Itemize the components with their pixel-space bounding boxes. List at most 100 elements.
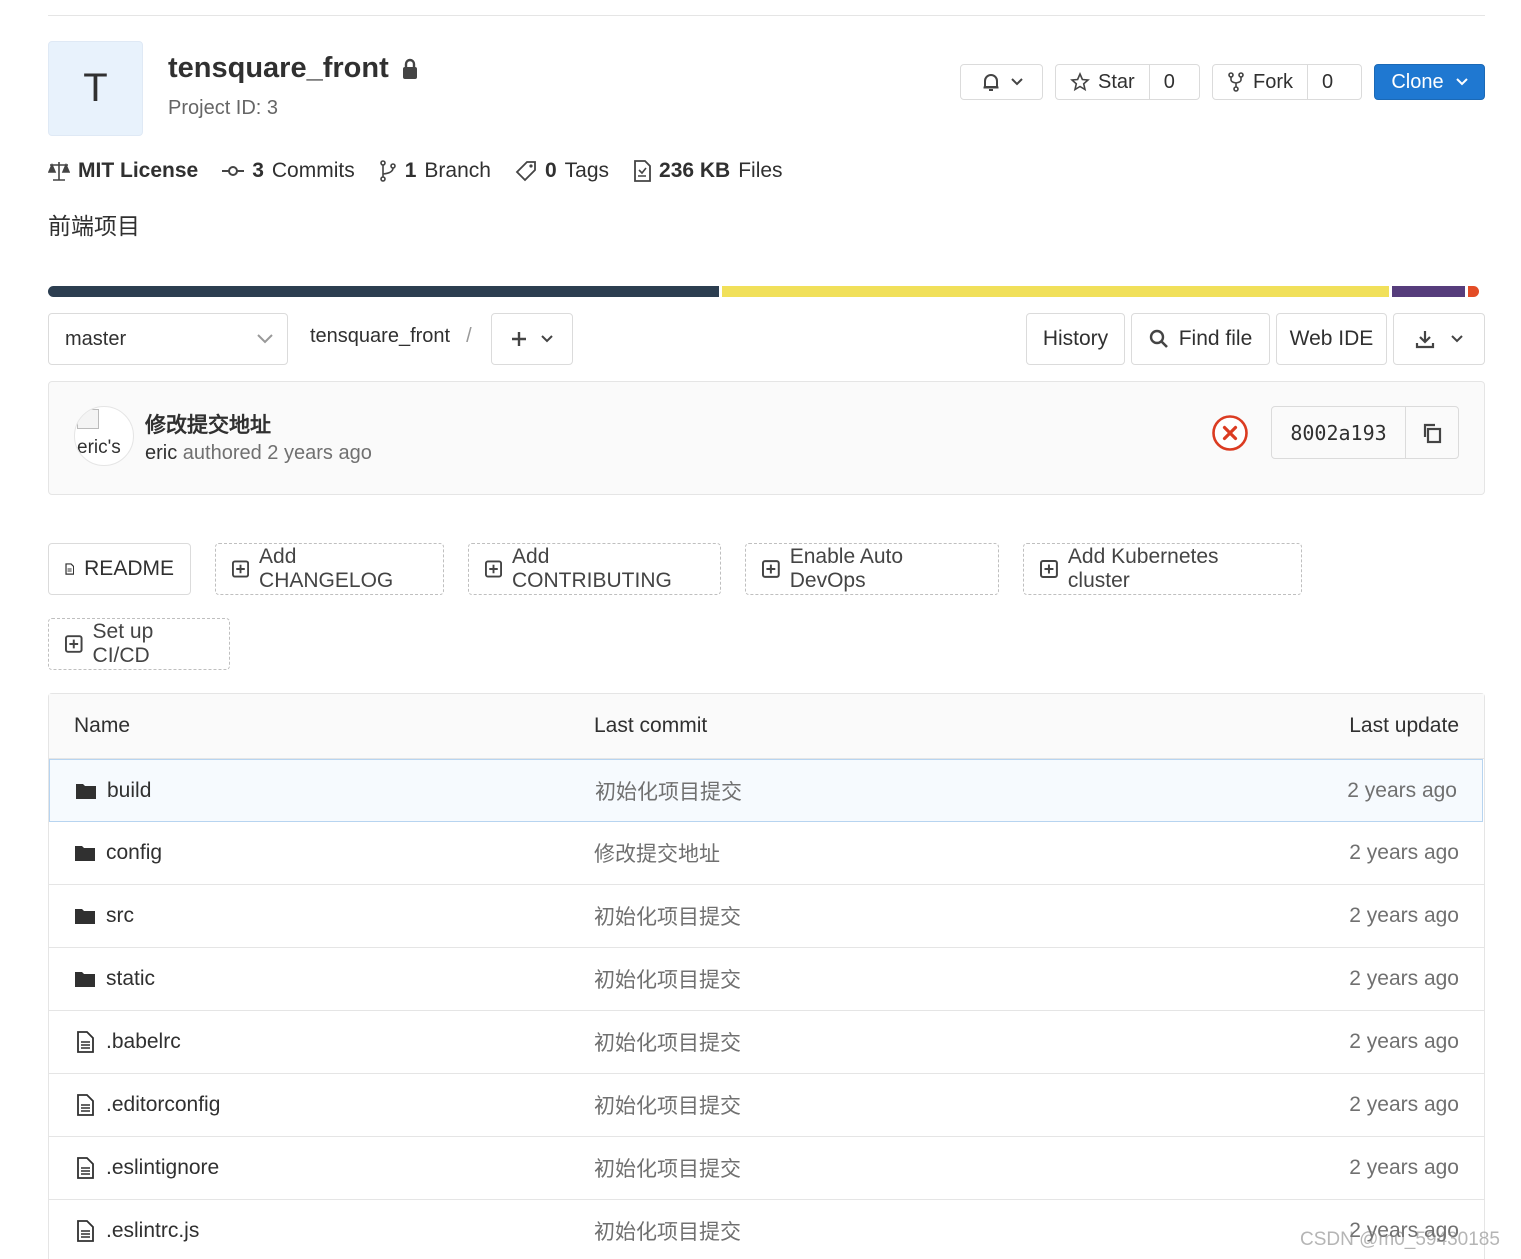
table-row[interactable]: .eslintrc.js 初始化项目提交 2 years ago <box>49 1200 1484 1259</box>
chevron-down-icon <box>257 334 273 344</box>
files-size: 236 KB <box>659 159 731 182</box>
download-icon <box>1415 331 1435 349</box>
table-row[interactable]: .editorconfig 初始化项目提交 2 years ago <box>49 1074 1484 1137</box>
file-name[interactable]: .babelrc <box>106 1030 181 1054</box>
fork-count[interactable]: 0 <box>1307 65 1347 99</box>
notification-button[interactable] <box>960 64 1043 100</box>
table-row[interactable]: .babelrc 初始化项目提交 2 years ago <box>49 1011 1484 1074</box>
license-stat[interactable]: MIT License <box>48 159 198 183</box>
file-name-cell[interactable]: .eslintrc.js <box>74 1200 199 1259</box>
last-update-cell: 2 years ago <box>1349 1093 1459 1116</box>
commits-stat[interactable]: 3 Commits <box>222 159 355 183</box>
copy-sha-button[interactable] <box>1406 407 1458 458</box>
file-name-cell[interactable]: .babelrc <box>74 1011 181 1073</box>
breadcrumb-root[interactable]: tensquare_front <box>310 325 450 348</box>
star-action[interactable]: Star <box>1056 65 1149 99</box>
history-button[interactable]: History <box>1026 313 1125 365</box>
add-kubernetes-cluster-button[interactable]: Add Kubernetes cluster <box>1023 543 1302 595</box>
project-title[interactable]: tensquare_front <box>168 52 389 85</box>
file-tree-table: Name Last commit Last update build 初始化项目提… <box>48 693 1485 1259</box>
files-label: Files <box>738 159 783 182</box>
last-update-cell: 2 years ago <box>1347 778 1457 802</box>
lock-icon <box>402 58 417 79</box>
file-name[interactable]: .eslintrc.js <box>106 1219 199 1243</box>
column-last-commit: Last commit <box>594 714 708 737</box>
language-segment[interactable] <box>48 286 720 297</box>
last-commit-cell[interactable]: 初始化项目提交 <box>594 885 741 947</box>
web-ide-button[interactable]: Web IDE <box>1276 313 1387 365</box>
commit-sha[interactable]: 8002a193 <box>1272 407 1406 458</box>
file-name-cell[interactable]: config <box>74 822 162 884</box>
table-row[interactable]: config 修改提交地址 2 years ago <box>49 822 1484 885</box>
fork-icon <box>1228 72 1244 92</box>
commits-count: 3 <box>252 159 264 182</box>
last-commit-cell[interactable]: 初始化项目提交 <box>594 1137 741 1199</box>
table-row[interactable]: static 初始化项目提交 2 years ago <box>49 948 1484 1011</box>
language-segment[interactable] <box>1467 286 1480 297</box>
branch-label: Branch <box>424 159 491 182</box>
file-name-cell[interactable]: src <box>74 885 134 947</box>
star-count[interactable]: 0 <box>1148 65 1189 99</box>
find-file-button[interactable]: Find file <box>1131 313 1270 365</box>
enable-auto-devops-button[interactable]: Enable Auto DevOps <box>745 543 999 595</box>
bell-icon <box>983 74 998 91</box>
last-commit-cell[interactable]: 初始化项目提交 <box>594 1200 741 1259</box>
file-name[interactable]: build <box>107 779 151 803</box>
tags-stat[interactable]: 0 Tags <box>515 159 609 183</box>
file-name[interactable]: config <box>106 841 162 865</box>
commit-icon <box>222 166 245 176</box>
plus-square-icon <box>1040 560 1058 578</box>
language-segment[interactable] <box>722 286 1390 297</box>
language-segment[interactable] <box>1392 286 1465 297</box>
branch-stat[interactable]: 1 Branch <box>379 159 491 183</box>
author-avatar[interactable]: eric's <box>74 406 134 466</box>
last-update-cell: 2 years ago <box>1349 841 1459 864</box>
commit-author[interactable]: eric <box>145 442 177 464</box>
file-name[interactable]: .editorconfig <box>106 1093 220 1117</box>
file-name[interactable]: src <box>106 904 134 928</box>
folder-icon <box>75 846 95 861</box>
last-commit-cell[interactable]: 修改提交地址 <box>594 822 720 884</box>
readme-button[interactable]: README <box>48 543 191 595</box>
last-commit-cell[interactable]: 初始化项目提交 <box>594 1011 741 1073</box>
branch-count: 1 <box>404 159 417 182</box>
files-stat[interactable]: 236 KB Files <box>633 159 783 183</box>
project-id: Project ID: 3 <box>168 97 279 119</box>
plus-icon <box>512 332 526 346</box>
last-commit-cell[interactable]: 初始化项目提交 <box>595 760 742 821</box>
setup-cicd-button[interactable]: Set up CI/CD <box>48 618 230 670</box>
last-commit-cell[interactable]: 初始化项目提交 <box>594 948 741 1010</box>
last-commit-cell[interactable]: 初始化项目提交 <box>594 1074 741 1136</box>
fork-button[interactable]: Fork 0 <box>1212 64 1362 100</box>
fork-action[interactable]: Fork <box>1213 65 1307 99</box>
clone-button[interactable]: Clone <box>1374 64 1485 100</box>
file-icon <box>77 1157 94 1179</box>
add-to-tree-button[interactable] <box>491 313 573 365</box>
add-changelog-button[interactable]: Add CHANGELOG <box>215 543 444 595</box>
file-name-cell[interactable]: static <box>74 948 155 1010</box>
project-avatar[interactable]: T <box>48 41 143 136</box>
file-icon <box>77 1094 94 1116</box>
chevron-down-icon <box>541 335 553 343</box>
doc-text-icon <box>65 563 75 575</box>
table-header: Name Last commit Last update <box>49 694 1484 759</box>
table-row[interactable]: src 初始化项目提交 2 years ago <box>49 885 1484 948</box>
folder-icon <box>75 909 95 924</box>
commit-title[interactable]: 修改提交地址 <box>145 409 271 439</box>
file-name-cell[interactable]: .eslintignore <box>74 1137 219 1199</box>
file-name-cell[interactable]: build <box>75 760 151 821</box>
repository-language-bar[interactable] <box>48 286 1485 297</box>
download-button[interactable] <box>1393 313 1485 365</box>
add-contributing-button[interactable]: Add CONTRIBUTING <box>468 543 721 595</box>
table-row[interactable]: .eslintignore 初始化项目提交 2 years ago <box>49 1137 1484 1200</box>
branch-selector[interactable]: master <box>48 313 288 365</box>
pipeline-failed-icon[interactable] <box>1211 414 1249 452</box>
last-commit-panel: eric's 修改提交地址 eric authored 2 years ago … <box>48 381 1485 495</box>
setup-cicd-label: Set up CI/CD <box>92 620 154 667</box>
table-row[interactable]: build 初始化项目提交 2 years ago <box>49 759 1483 822</box>
breadcrumb-separator: / <box>466 325 472 347</box>
file-name[interactable]: static <box>106 967 155 991</box>
file-name-cell[interactable]: .editorconfig <box>74 1074 220 1136</box>
file-name[interactable]: .eslintignore <box>106 1156 219 1180</box>
star-button[interactable]: Star 0 <box>1055 64 1200 100</box>
